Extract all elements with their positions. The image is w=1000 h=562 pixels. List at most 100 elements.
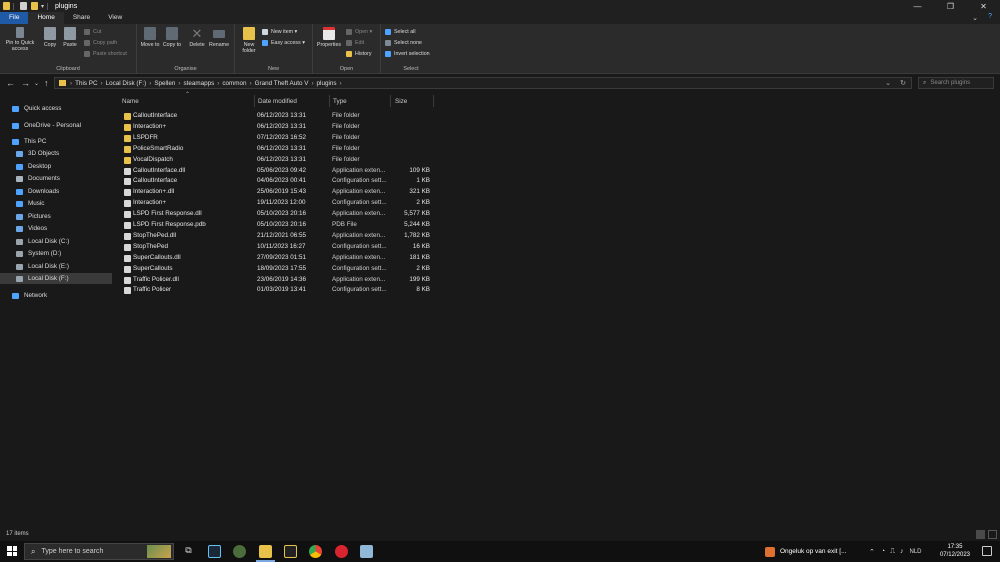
tab-view[interactable]: View — [99, 12, 131, 24]
shield-icon[interactable]: ◔ — [881, 548, 885, 555]
help-icon[interactable]: ? — [988, 13, 992, 20]
select-all-button[interactable]: Select all — [385, 27, 416, 36]
sidebar-item-desktop[interactable]: Desktop — [0, 161, 112, 172]
breadcrumb-local-disk-f[interactable]: Local Disk (F:) — [106, 80, 147, 87]
breadcrumb-spellen[interactable]: Spellen — [154, 80, 175, 87]
copy-button[interactable]: Copy — [40, 27, 60, 48]
new-folder-icon[interactable] — [31, 2, 38, 10]
sidebar-item-network[interactable]: Network — [0, 290, 112, 301]
details-view-icon[interactable] — [976, 530, 985, 539]
file-row[interactable]: Interaction+.dll 25/06/2019 15:43 Applicat… — [120, 187, 450, 198]
tab-share[interactable]: Share — [64, 12, 99, 24]
column-header-name[interactable]: Name — [122, 95, 139, 107]
task-view-icon[interactable]: ⧉ — [182, 545, 195, 558]
pin-quick-access-button[interactable]: Pin to Quick access — [4, 27, 36, 52]
notification-area[interactable]: Ongeluk op van exit [... — [765, 541, 846, 562]
file-row[interactable]: VocalDispatch 06/12/2023 13:31 File folder — [120, 155, 450, 166]
address-dropdown-icon[interactable]: ⌄ — [885, 79, 891, 87]
clock[interactable]: 17:35 07/12/2023 — [940, 543, 970, 559]
sidebar-item-pictures[interactable]: Pictures — [0, 211, 112, 222]
sidebar-item-local-disk-f[interactable]: Local Disk (F:) — [0, 273, 112, 284]
breadcrumb-plugins[interactable]: plugins — [317, 80, 337, 87]
large-icons-view-icon[interactable] — [988, 530, 997, 539]
sidebar-item-videos[interactable]: Videos — [0, 223, 112, 234]
language-indicator[interactable]: NLD — [910, 549, 922, 555]
maximize-button[interactable]: ❐ — [934, 0, 967, 12]
breadcrumb-common[interactable]: common — [222, 80, 246, 87]
file-row[interactable]: Interaction+ 19/11/2023 12:00 Configuratio… — [120, 198, 450, 209]
sidebar-item-local-disk-e[interactable]: Local Disk (E:) — [0, 261, 112, 272]
open-button[interactable]: Open ▾ — [346, 27, 372, 36]
file-row[interactable]: SuperCallouts.dll 27/09/2023 01:51 Applica… — [120, 253, 450, 264]
gta-v-icon[interactable] — [233, 545, 246, 558]
column-header-date[interactable]: Date modified — [258, 95, 297, 107]
breadcrumb-this-pc[interactable]: This PC — [75, 80, 97, 87]
paste-button[interactable]: Paste — [60, 27, 80, 48]
chevron-up-icon[interactable]: ⌃ — [869, 548, 875, 556]
file-explorer-icon[interactable] — [256, 545, 275, 562]
file-row[interactable]: Interaction+ 06/12/2023 13:31 File folder — [120, 122, 450, 133]
easy-access-button[interactable]: Easy access ▾ — [262, 38, 305, 47]
new-item-button[interactable]: New item ▾ — [262, 27, 297, 36]
column-divider[interactable] — [433, 95, 434, 107]
column-divider[interactable] — [329, 95, 330, 107]
sidebar-item-downloads[interactable]: Downloads — [0, 186, 112, 197]
sidebar-item-documents[interactable]: Documents — [0, 173, 112, 184]
steam-icon[interactable] — [208, 545, 221, 558]
file-row[interactable]: CalloutInterface 06/12/2023 13:31 File fol… — [120, 111, 450, 122]
history-button[interactable]: History — [346, 49, 371, 58]
sidebar-item-system-d[interactable]: System (D:) — [0, 248, 112, 259]
breadcrumb-steamapps[interactable]: steamapps — [183, 80, 214, 87]
volume-icon[interactable]: ♪ — [900, 548, 904, 555]
address-bar[interactable]: › This PC › Local Disk (F:) › Spellen › ste… — [54, 77, 912, 89]
edit-button[interactable]: Edit — [346, 38, 364, 47]
chrome-icon[interactable] — [309, 545, 322, 558]
delete-button[interactable]: ✕ Delete — [187, 27, 207, 48]
sidebar-item-onedrive[interactable]: OneDrive - Personal — [0, 120, 112, 131]
paste-shortcut-button[interactable]: Paste shortcut — [84, 49, 127, 58]
sidebar-item-music[interactable]: Music — [0, 198, 112, 209]
column-divider[interactable] — [254, 95, 255, 107]
tab-home[interactable]: Home — [28, 12, 64, 24]
file-row[interactable]: StopThePed.dll 21/12/2021 06:55 Applicatio… — [120, 231, 450, 242]
file-row[interactable]: CalloutInterface 04/06/2023 00:41 Configur… — [120, 176, 450, 187]
file-row[interactable]: LSPD First Response.pdb 05/10/2023 20:16 P… — [120, 220, 450, 231]
file-row[interactable]: LSPD First Response.dll 05/10/2023 20:16 A… — [120, 209, 450, 220]
notepad-icon[interactable] — [360, 545, 373, 558]
breadcrumb-gta-v[interactable]: Grand Theft Auto V — [255, 80, 309, 87]
copy-path-button[interactable]: Copy path — [84, 38, 117, 47]
file-row[interactable]: LSPDFR 07/12/2023 16:52 File folder — [120, 133, 450, 144]
file-row[interactable]: CalloutInterface.dll 05/06/2023 09:42 Appl… — [120, 166, 450, 177]
new-folder-button[interactable]: New folder — [239, 27, 259, 54]
app-red-icon[interactable] — [335, 545, 348, 558]
rename-button[interactable]: Rename — [209, 27, 229, 48]
file-row[interactable]: Traffic Policer 01/03/2019 13:41 Configura… — [120, 285, 450, 296]
recent-locations-icon[interactable]: ⌄ — [34, 80, 39, 87]
back-arrow-icon[interactable]: ← — [6, 78, 15, 88]
windows-start-icon[interactable] — [7, 546, 17, 556]
properties-icon[interactable] — [20, 2, 27, 10]
properties-button[interactable]: Properties — [315, 27, 343, 48]
search-box[interactable]: ⌕ Search plugins — [918, 77, 994, 89]
column-divider[interactable] — [390, 95, 391, 107]
file-row[interactable]: PoliceSmartRadio 06/12/2023 13:31 File fol… — [120, 144, 450, 155]
up-arrow-icon[interactable]: ↑ — [44, 78, 49, 88]
file-row[interactable]: StopThePed 10/11/2023 16:27 Configuration … — [120, 242, 450, 253]
column-header-type[interactable]: Type — [333, 95, 347, 107]
lspdfr-icon[interactable] — [284, 545, 297, 558]
select-none-button[interactable]: Select none — [385, 38, 422, 47]
invert-selection-button[interactable]: Invert selection — [385, 49, 430, 58]
refresh-icon[interactable]: ↻ — [900, 79, 906, 87]
tab-file[interactable]: File — [0, 12, 29, 24]
forward-arrow-icon[interactable]: → — [21, 78, 30, 88]
file-row[interactable]: SuperCallouts 18/09/2023 17:55 Configurati… — [120, 264, 450, 275]
file-row[interactable]: Traffic Policer.dll 23/06/2019 14:36 Appli… — [120, 275, 450, 286]
sidebar-item-local-disk-c[interactable]: Local Disk (C:) — [0, 236, 112, 247]
cut-button[interactable]: Cut — [84, 27, 101, 36]
copy-to-button[interactable]: Copy to — [162, 27, 182, 48]
customize-quick-access-icon[interactable]: ▾ — [41, 3, 44, 10]
sidebar-item-quick-access[interactable]: Quick access — [0, 103, 112, 114]
collapse-ribbon-icon[interactable]: ⌄ — [972, 14, 978, 22]
taskbar-search-box[interactable]: ⌕ Type here to search — [24, 543, 174, 560]
move-to-button[interactable]: Move to — [140, 27, 160, 48]
